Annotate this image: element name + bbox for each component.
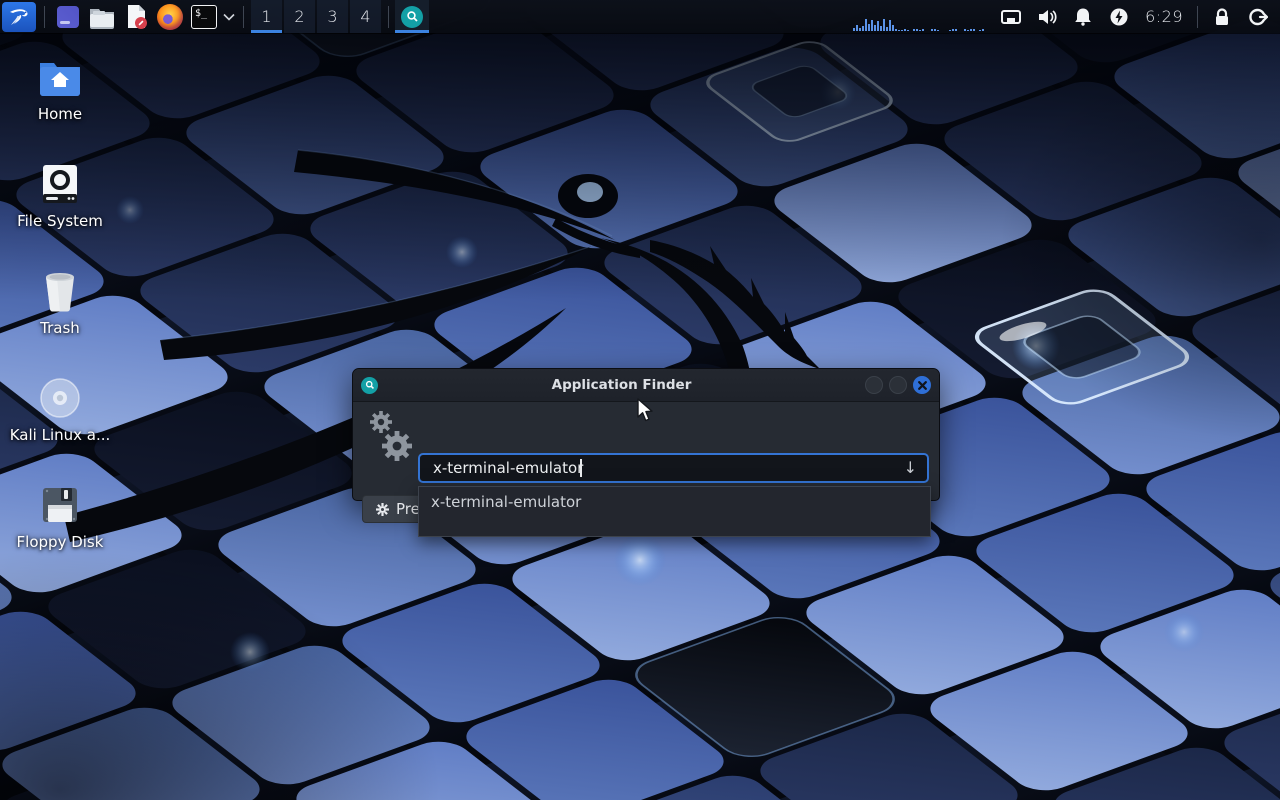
cpu-graph[interactable] [853, 0, 987, 33]
kali-menu-button[interactable] [2, 2, 36, 32]
terminal-launcher-dropdown[interactable] [221, 0, 237, 33]
hard-drive-icon [41, 159, 79, 209]
search-entry[interactable]: ↓ [418, 453, 929, 483]
entry-dropdown-arrow-icon[interactable]: ↓ [904, 458, 917, 477]
volume-icon [1036, 8, 1058, 26]
chevron-down-icon [223, 13, 235, 21]
top-panel: $_ 1 2 3 4 [0, 0, 1280, 33]
terminal-icon: $_ [191, 5, 217, 29]
logout-button[interactable] [1240, 0, 1276, 33]
panel-separator [44, 6, 45, 28]
panel-separator [243, 6, 244, 28]
workspace-4-button[interactable]: 4 [350, 0, 381, 33]
lock-icon [1213, 7, 1231, 27]
text-caret [580, 459, 582, 477]
notifications-bell-icon [1073, 7, 1093, 26]
firefox-icon [157, 4, 183, 30]
gear-icon [375, 502, 390, 517]
text-editor-icon [123, 4, 149, 30]
terminal-icon-glyph: $_ [195, 8, 207, 19]
appfinder-magnifier-icon [401, 6, 423, 28]
desktop-icon-column: Home File System [10, 52, 110, 587]
workspace-2-button[interactable]: 2 [284, 0, 315, 33]
firefox-launcher-button[interactable] [153, 0, 187, 33]
logout-icon [1248, 7, 1268, 27]
completion-dropdown: x-terminal-emulator [418, 486, 931, 537]
network-icon [1000, 8, 1022, 26]
panel-separator [388, 6, 389, 28]
actions-gears-icon [365, 408, 415, 464]
power-manager-icon [1109, 7, 1129, 27]
close-button[interactable] [913, 376, 931, 394]
volume-tray-button[interactable] [1029, 0, 1065, 33]
trash-icon [40, 266, 80, 316]
appfinder-taskbar-button[interactable] [395, 0, 429, 33]
power-manager-tray-button[interactable] [1101, 0, 1137, 33]
lock-screen-button[interactable] [1204, 0, 1240, 33]
floppy-disk-icon [40, 480, 80, 530]
desktop-icon-trash[interactable]: Trash [10, 266, 110, 354]
file-manager-icon [88, 5, 116, 29]
terminal-launcher-button[interactable]: $_ [187, 0, 221, 33]
close-icon [918, 381, 927, 390]
window-title: Application Finder [378, 377, 865, 393]
maximize-button[interactable] [889, 376, 907, 394]
search-input[interactable] [420, 455, 927, 481]
workspace-1-button[interactable]: 1 [251, 0, 282, 33]
text-editor-launcher-button[interactable] [119, 0, 153, 33]
completion-item[interactable]: x-terminal-emulator [419, 487, 930, 517]
panel-clock[interactable]: 6:29 [1137, 7, 1191, 26]
appfinder-magnifier-icon [361, 377, 378, 394]
workspace-3-button[interactable]: 3 [317, 0, 348, 33]
dashboard-launcher-button[interactable] [51, 0, 85, 33]
cdrom-disc-icon [38, 373, 82, 423]
application-finder-window: Application Finder [352, 368, 940, 501]
desktop-icon-kali-cdrom[interactable]: Kali Linux a... [10, 373, 110, 461]
desktop-icon-file-system[interactable]: File System [10, 159, 110, 247]
network-tray-button[interactable] [993, 0, 1029, 33]
desktop: $_ 1 2 3 4 [0, 0, 1280, 800]
panel-separator [1197, 6, 1198, 28]
desktop-icon-floppy[interactable]: Floppy Disk [10, 480, 110, 568]
dashboard-window-icon [55, 4, 81, 30]
desktop-icon-home[interactable]: Home [10, 52, 110, 140]
kali-logo-icon [7, 5, 31, 29]
mouse-cursor [636, 398, 656, 424]
file-manager-launcher-button[interactable] [85, 0, 119, 33]
home-folder-icon [37, 52, 83, 102]
minimize-button[interactable] [865, 376, 883, 394]
notifications-tray-button[interactable] [1065, 0, 1101, 33]
